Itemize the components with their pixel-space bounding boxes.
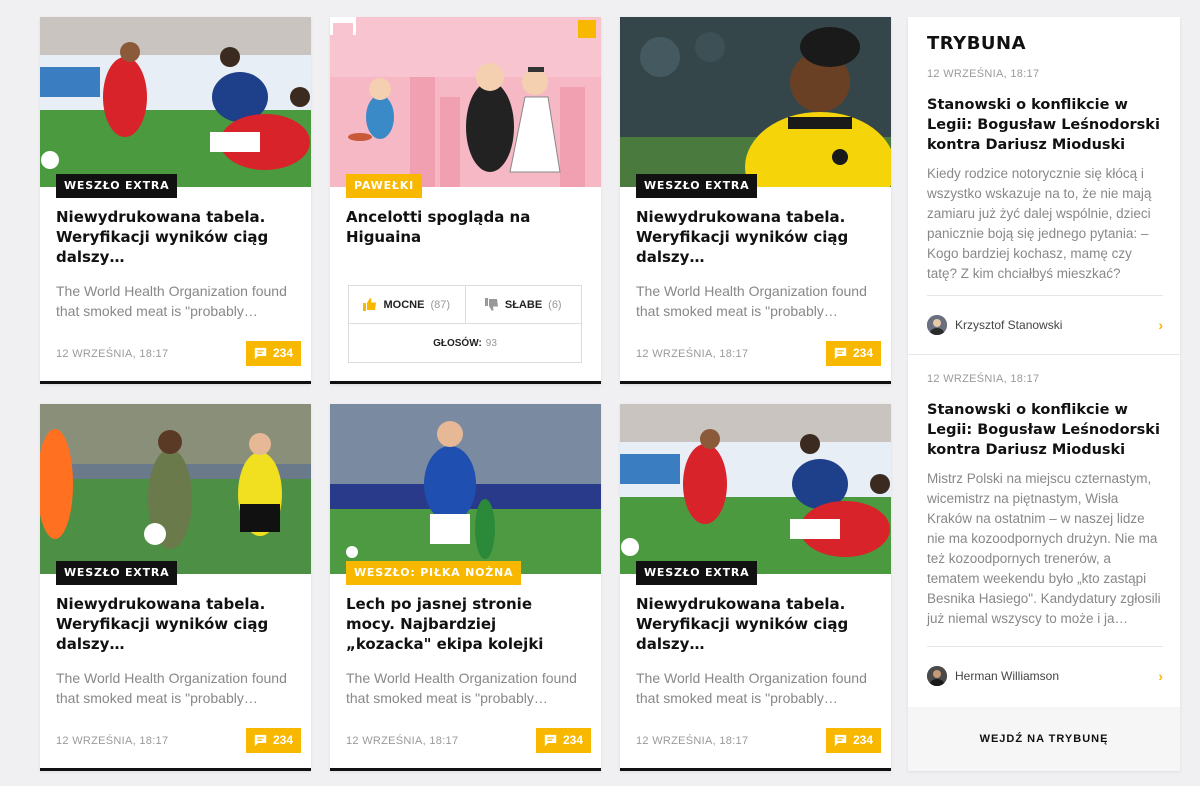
post-title[interactable]: Stanowski o konflikcie w Legii: Bogusław… [927,400,1163,460]
article-excerpt: The World Health Organization found that… [56,283,287,319]
vote-total: GŁOSÓW: 93 [349,324,581,362]
post-excerpt: Kiedy rodzice notorycznie się kłócą i ws… [927,166,1152,281]
comments-button[interactable]: 234 [825,341,881,366]
comments-button[interactable]: 234 [245,341,301,366]
article-excerpt: The World Health Organization found that… [346,670,577,706]
thumbs-up-icon [363,298,377,311]
vote-strong-label: MOCNE [383,298,425,311]
category-tag[interactable]: WESZŁO EXTRA [636,174,758,198]
avatar [927,666,947,686]
category-tag[interactable]: PAWEŁKI [346,174,422,198]
article-date: 12 WRZEŚNIA, 18:17 [346,735,459,747]
article-card[interactable]: WESZŁO EXTRA Niewydrukowana tabela. Wery… [40,404,311,771]
article-title[interactable]: Lech po jasnej stronie mocy. Najbardziej… [346,594,586,654]
article-card[interactable]: WESZŁO: PIŁKA NOŻNA Lech po jasnej stron… [330,404,601,771]
article-title[interactable]: Niewydrukowana tabela. Weryfikacji wynik… [56,594,296,654]
article-excerpt: The World Health Organization found that… [636,670,867,706]
vote-weak-label: SŁABE [504,298,543,311]
article-image[interactable] [620,404,891,574]
vote-weak-count: (6) [548,298,562,311]
sidebar-heading: TRYBUNA [927,33,1027,54]
comment-icon [834,734,847,747]
author-link[interactable]: Herman Williamson › [927,665,1163,687]
article-card[interactable]: PAWEŁKI Ancelotti spogląda na Higuaina M… [330,17,601,384]
article-title[interactable]: Niewydrukowana tabela. Weryfikacji wynik… [636,594,876,654]
article-card[interactable]: WESZŁO EXTRA Niewydrukowana tabela. Wery… [620,404,891,771]
vote-strong-button[interactable]: MOCNE (87) [349,286,465,323]
comments-count: 234 [562,733,583,747]
sidebar-post[interactable]: 12 WRZEŚNIA, 18:17 Stanowski o konflikci… [927,68,1163,284]
divider [927,646,1163,647]
comment-icon [544,734,557,747]
cartoon-image[interactable] [330,17,601,187]
avatar [927,315,947,335]
vote-total-count: 93 [485,337,497,349]
trybuna-sidebar: TRYBUNA 12 WRZEŚNIA, 18:17 Stanowski o k… [908,17,1180,771]
comments-button[interactable]: 234 [535,728,591,753]
article-card[interactable]: WESZŁO EXTRA Niewydrukowana tabela. Wery… [620,17,891,384]
category-tag[interactable]: WESZŁO EXTRA [56,561,178,585]
article-image[interactable] [620,17,891,187]
article-date: 12 WRZEŚNIA, 18:17 [636,735,749,747]
comments-count: 234 [852,346,873,360]
divider [927,295,1163,296]
article-image[interactable] [40,404,311,574]
comments-button[interactable]: 234 [245,728,301,753]
thumbs-down-icon [484,298,498,311]
article-image[interactable] [40,17,311,187]
enter-trybuna-button[interactable]: WEJDŹ NA TRYBUNĘ [908,707,1180,771]
chevron-right-icon: › [1158,668,1163,684]
vote-strong-count: (87) [430,298,450,311]
category-tag[interactable]: WESZŁO EXTRA [636,561,758,585]
divider [908,354,1180,355]
article-image[interactable] [330,404,601,574]
article-title[interactable]: Niewydrukowana tabela. Weryfikacji wynik… [636,207,876,267]
vote-weak-button[interactable]: SŁABE (6) [464,286,582,323]
article-title[interactable]: Niewydrukowana tabela. Weryfikacji wynik… [56,207,296,267]
author-name: Krzysztof Stanowski [955,318,1063,332]
article-date: 12 WRZEŚNIA, 18:17 [636,348,749,360]
comment-icon [834,347,847,360]
vote-total-label: GŁOSÓW: [433,337,482,349]
article-date: 12 WRZEŚNIA, 18:17 [56,735,169,747]
article-card[interactable]: WESZŁO EXTRA Niewydrukowana tabela. Wery… [40,17,311,384]
author-link[interactable]: Krzysztof Stanowski › [927,314,1163,336]
article-excerpt: The World Health Organization found that… [636,283,867,319]
sidebar-post[interactable]: 12 WRZEŚNIA, 18:17 Stanowski o konflikci… [927,373,1163,629]
post-title[interactable]: Stanowski o konflikcie w Legii: Bogusław… [927,95,1163,155]
post-date: 12 WRZEŚNIA, 18:17 [927,373,1040,385]
comment-icon [254,347,267,360]
author-name: Herman Williamson [955,669,1060,683]
post-date: 12 WRZEŚNIA, 18:17 [927,68,1040,80]
article-title[interactable]: Ancelotti spogląda na Higuaina [346,207,586,247]
article-date: 12 WRZEŚNIA, 18:17 [56,348,169,360]
comment-icon [254,734,267,747]
comments-count: 234 [272,346,293,360]
comments-count: 234 [272,733,293,747]
article-excerpt: The World Health Organization found that… [56,670,287,706]
post-excerpt: Mistrz Polski na miejscu czternastym, wi… [927,471,1161,626]
comments-count: 234 [852,733,873,747]
comments-button[interactable]: 234 [825,728,881,753]
chevron-right-icon: › [1158,317,1163,333]
vote-panel: MOCNE (87) SŁABE (6) GŁOSÓW: 93 [348,285,582,363]
category-tag[interactable]: WESZŁO EXTRA [56,174,178,198]
category-tag[interactable]: WESZŁO: PIŁKA NOŻNA [346,561,522,585]
